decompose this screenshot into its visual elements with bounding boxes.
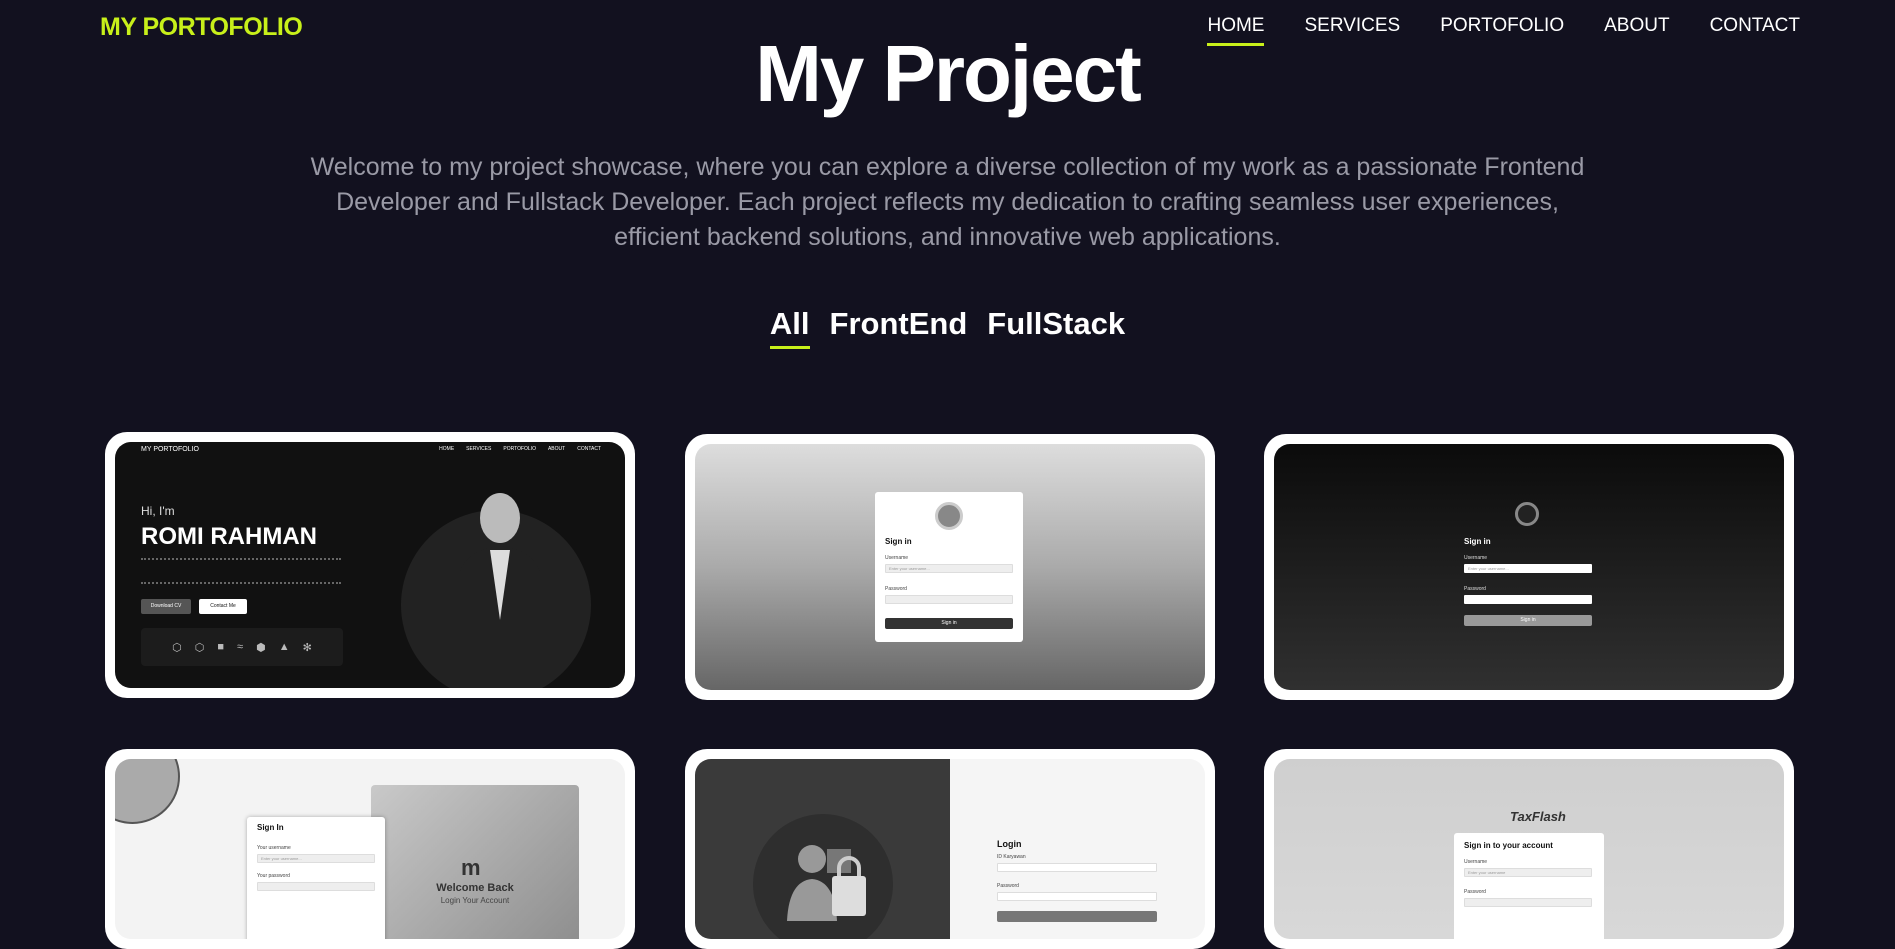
password-label: Your password — [257, 873, 290, 879]
signin-form-preview: Sign in Username Enter your username... … — [1464, 492, 1594, 632]
password-label: Password — [885, 586, 907, 592]
preview-greeting: Hi, I'm — [141, 504, 175, 518]
username-input-preview: Enter your username... — [1464, 564, 1592, 573]
password-input-preview — [885, 595, 1013, 604]
preview-menu-item: ABOUT — [547, 446, 566, 452]
brand-mark-icon: m — [461, 855, 481, 880]
project-card-taxflash[interactable]: TaxFlash Sign in to your account Usernam… — [1264, 749, 1794, 949]
username-input-preview: Enter your username... — [257, 854, 375, 863]
password-input-preview — [997, 892, 1157, 901]
project-card-welcome-back[interactable]: m Welcome Back Login Your Account Sign I… — [105, 749, 635, 949]
password-input-preview — [1464, 595, 1592, 604]
preview-name: ROMI RAHMAN — [141, 523, 317, 550]
form-heading: Login — [997, 839, 1022, 849]
signin-form-preview: Sign in Username Enter your username... … — [875, 492, 1023, 642]
project-card-signin-light[interactable]: Sign in Username Enter your username... … — [685, 434, 1215, 700]
preview-menu-item: SERVICES — [466, 446, 492, 452]
username-label: Username — [1464, 555, 1488, 561]
password-label: Password — [997, 883, 1019, 889]
project-preview: TaxFlash Sign in to your account Usernam… — [1274, 759, 1784, 939]
preview-download-button: Download CV — [141, 599, 191, 614]
preview-menu-item: PORTOFOLIO — [503, 446, 536, 452]
username-label: Username — [1464, 859, 1488, 865]
welcome-subtitle: Login Your Account — [440, 896, 510, 905]
filter-all[interactable]: All — [769, 306, 810, 349]
preview-description — [141, 558, 341, 584]
preview-menu: HOME SERVICES PORTOFOLIO ABOUT CONTACT — [439, 446, 601, 452]
decorative-blob — [115, 759, 180, 824]
preview-logo: MY PORTOFOLIO — [141, 446, 199, 453]
username-input-preview: Enter your username... — [885, 564, 1013, 573]
filter-fullstack[interactable]: FullStack — [987, 306, 1125, 349]
node-icon: ⬢ — [256, 641, 266, 654]
logo-icon — [1515, 502, 1539, 526]
project-card-login-karyawan[interactable]: Login ID Karyawan Password — [685, 749, 1215, 949]
project-card-portfolio[interactable]: MY PORTOFOLIO HOME SERVICES PORTOFOLIO A… — [105, 432, 635, 698]
password-label: Password — [1464, 889, 1486, 895]
taxflash-logo: TaxFlash — [1510, 809, 1566, 824]
angular-icon: ▲ — [278, 641, 290, 653]
filter-frontend[interactable]: FrontEnd — [830, 306, 968, 349]
password-input-preview — [257, 882, 375, 891]
page-title: My Project — [755, 29, 1142, 118]
preview-menu-item: HOME — [439, 446, 455, 452]
project-preview: MY PORTOFOLIO HOME SERVICES PORTOFOLIO A… — [115, 442, 625, 688]
project-card-signin-dark[interactable]: Sign in Username Enter your username... … — [1264, 434, 1794, 700]
signin-button-preview: Sign in — [1464, 615, 1592, 626]
signin-form-preview: Sign In Your username Enter your usernam… — [247, 817, 385, 939]
welcome-title: Welcome Back — [436, 882, 514, 894]
html-icon: ⬡ — [172, 641, 182, 654]
user-lock-icon — [787, 845, 866, 921]
project-preview: Sign in Username Enter your username... … — [695, 444, 1205, 690]
form-heading: Sign In — [257, 823, 284, 832]
id-input-preview — [997, 863, 1157, 872]
person-photo — [455, 493, 545, 668]
project-preview: Sign in Username Enter your username... … — [1274, 444, 1784, 690]
preview-menu-item: CONTACT — [577, 446, 601, 452]
form-heading: Sign in — [1464, 537, 1491, 546]
signin-form-preview: Sign in to your account Username Enter y… — [1454, 833, 1604, 939]
id-label: ID Karyawan — [997, 854, 1026, 860]
welcome-panel: m Welcome Back Login Your Account — [371, 785, 579, 939]
project-preview: m Welcome Back Login Your Account Sign I… — [115, 759, 625, 939]
css-icon: ⬡ — [194, 641, 205, 654]
password-label: Password — [1464, 586, 1486, 592]
js-icon: ■ — [217, 641, 225, 653]
signin-button-preview: Sign in — [885, 618, 1013, 629]
username-input-preview: Enter your username — [1464, 868, 1592, 877]
form-heading: Sign in to your account — [1464, 841, 1553, 850]
project-preview: Login ID Karyawan Password — [695, 759, 1205, 939]
preview-tech-icons: ⬡ ⬡ ■ ≈ ⬢ ▲ ✻ — [141, 628, 343, 666]
preview-contact-button: Contact Me — [199, 599, 247, 614]
username-label: Your username — [257, 845, 291, 851]
intro-text: Welcome to my project showcase, where yo… — [310, 153, 1585, 251]
project-filters: All FrontEnd FullStack — [0, 306, 1895, 349]
react-icon: ✻ — [302, 641, 312, 654]
seal-icon — [935, 502, 963, 530]
username-label: Username — [885, 555, 909, 561]
tailwind-icon: ≈ — [237, 641, 244, 653]
form-heading: Sign in — [885, 537, 912, 546]
password-input-preview — [1464, 898, 1592, 907]
